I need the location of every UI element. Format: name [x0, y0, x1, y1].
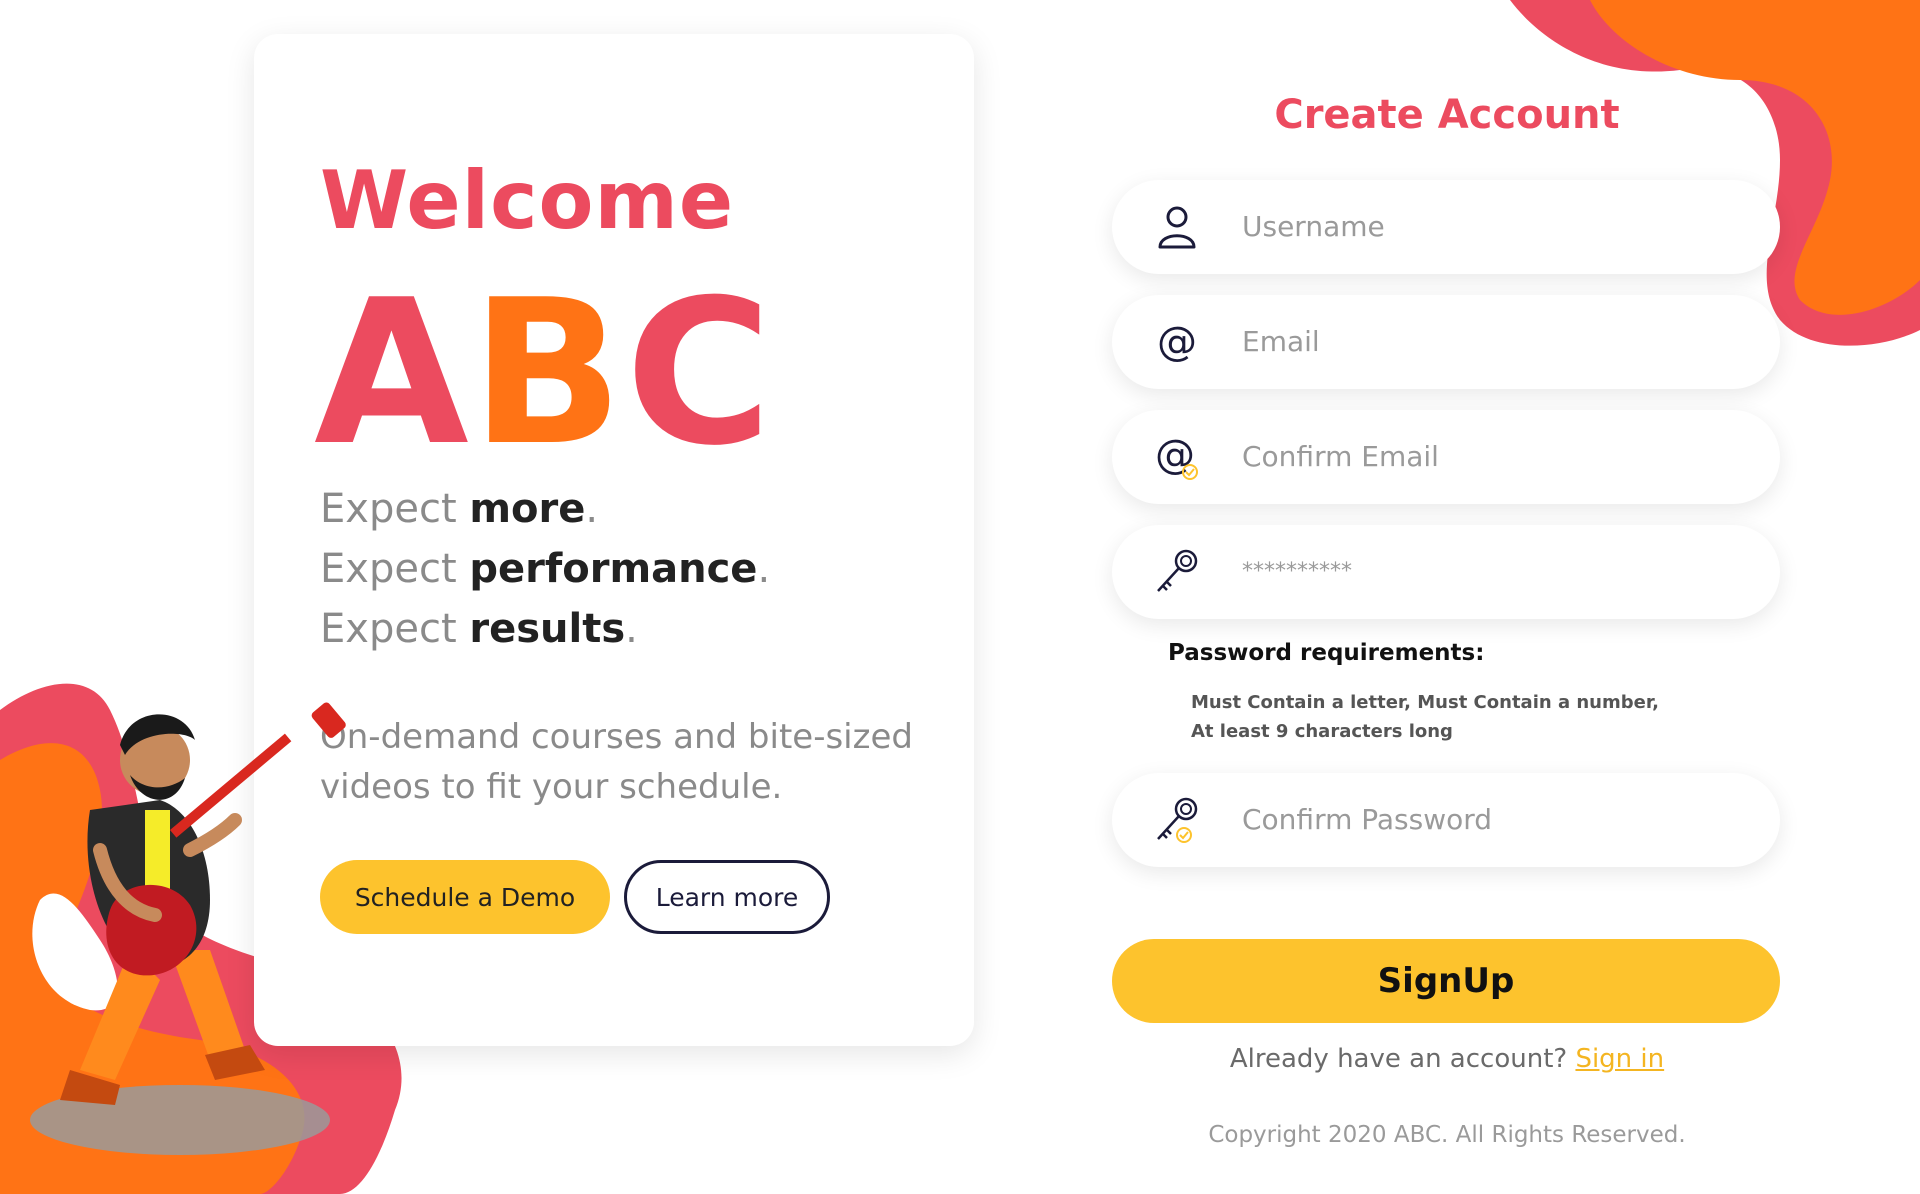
- signin-prompt: Already have an account? Sign in: [1112, 1044, 1782, 1074]
- learn-more-button[interactable]: Learn more: [624, 860, 830, 934]
- svg-text:@: @: [1155, 432, 1195, 478]
- welcome-heading: Welcome: [320, 154, 735, 247]
- brand-letter-c: C: [625, 257, 775, 490]
- brand-letter-a: A: [314, 257, 471, 490]
- confirm-password-placeholder: Confirm Password: [1242, 803, 1493, 836]
- user-icon: [1158, 206, 1196, 249]
- confirm-password-field[interactable]: Confirm Password: [1112, 773, 1780, 867]
- confirm-email-placeholder: Confirm Email: [1242, 440, 1439, 473]
- password-field[interactable]: **********: [1112, 525, 1780, 619]
- svg-text:@: @: [1157, 319, 1197, 365]
- expect-taglines: Expect more. Expect performance. Expect …: [320, 486, 770, 666]
- key-check-icon: [1157, 797, 1198, 843]
- key-icon: [1157, 549, 1198, 592]
- tagline-results: Expect results.: [320, 606, 638, 652]
- guitarist-illustration: [30, 702, 346, 1155]
- brand-letter-b: B: [470, 257, 626, 490]
- password-requirement-line: Must Contain a letter, Must Contain a nu…: [1191, 692, 1659, 713]
- signup-button[interactable]: SignUp: [1112, 939, 1780, 1023]
- at-check-icon: @: [1155, 432, 1198, 480]
- username-placeholder: Username: [1242, 210, 1385, 243]
- password-value: **********: [1242, 559, 1352, 584]
- email-placeholder: Email: [1242, 325, 1320, 358]
- password-requirements-title: Password requirements:: [1168, 640, 1485, 666]
- email-field[interactable]: @ Email: [1112, 295, 1780, 389]
- copyright-text: Copyright 2020 ABC. All Rights Reserved.: [1208, 1122, 1686, 1148]
- tagline-performance: Expect performance.: [320, 546, 771, 592]
- account-prompt-text: Already have an account?: [1229, 1044, 1576, 1074]
- signin-link[interactable]: Sign in: [1575, 1044, 1664, 1074]
- password-requirement-line: At least 9 characters long: [1191, 721, 1453, 742]
- password-requirements-text: Must Contain a letter, Must Contain a nu…: [1191, 688, 1711, 746]
- username-field[interactable]: Username: [1112, 180, 1780, 274]
- at-icon: @: [1157, 319, 1197, 365]
- confirm-email-field[interactable]: @ Confirm Email: [1112, 410, 1780, 504]
- brand-logo-text: ABC: [314, 264, 774, 484]
- hero-description: On-demand courses and bite-sized videos …: [320, 717, 913, 807]
- tagline-more: Expect more.: [320, 486, 599, 532]
